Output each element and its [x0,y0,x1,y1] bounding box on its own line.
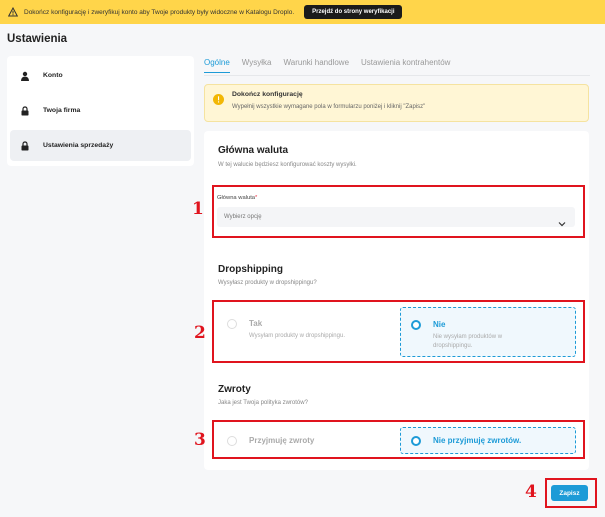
verify-account-button[interactable]: Przejdź do strony weryfikacji [304,5,403,19]
alert-description: Wypełnij wszystkie wymagane pola w formu… [232,104,426,110]
alert-title: Dokończ konfigurację [232,91,303,98]
save-button[interactable]: Zapisz [551,485,588,501]
returns-section-desc: Jaka jest Twoja polityka zwrotów? [218,400,308,406]
sidebar-item-label: Twoja firma [43,107,81,114]
annotation-number-4: 4 [525,482,537,502]
annotation-number-3: 3 [194,430,206,450]
annotation-number-1: 1 [192,199,204,219]
sidebar-item-label: Konto [43,72,63,79]
lock-icon [20,140,30,151]
tabs-divider [204,75,590,76]
sidebar-item-label: Ustawienia sprzedaży [43,142,114,149]
sidebar-item-konto[interactable]: Konto [10,60,191,91]
banner-text: Dokończ konfigurację i zweryfikuj konto … [24,8,295,16]
annotation-box-3 [212,420,585,459]
dropshipping-section-desc: Wysyłasz produkty w dropshippingu? [218,280,317,286]
currency-section-title: Główna waluta [218,145,289,156]
sidebar-item-twoja-firma[interactable]: Twoja firma [10,95,191,126]
page-title: Ustawienia [7,33,68,45]
tab-wysylka[interactable]: Wysyłka [242,58,272,73]
lock-icon [20,105,30,116]
annotation-box-1 [212,185,585,238]
annotation-box-2 [212,300,585,363]
verification-banner: Dokończ konfigurację i zweryfikuj konto … [0,0,605,24]
dropshipping-section-title: Dropshipping [218,264,283,275]
config-alert: Dokończ konfigurację Wypełnij wszystkie … [204,84,589,122]
returns-section-title: Zwroty [218,384,251,395]
person-icon [20,71,30,81]
annotation-number-2: 2 [194,323,206,343]
warning-icon [8,7,18,17]
tab-ogolne[interactable]: Ogólne [204,58,230,73]
info-icon [213,92,224,105]
settings-tabs: Ogólne Wysyłka Warunki handlowe Ustawien… [204,58,450,73]
tab-ustawienia-kontrahentow[interactable]: Ustawienia kontrahentów [361,58,450,73]
sidebar-item-ustawienia-sprzedazy[interactable]: Ustawienia sprzedaży [10,130,191,161]
tab-warunki-handlowe[interactable]: Warunki handlowe [284,58,350,73]
currency-section-desc: W tej walucie będziesz konfigurować kosz… [218,162,357,168]
settings-sidebar: Konto Twoja firma Ustawienia sprzedaży [7,56,194,166]
